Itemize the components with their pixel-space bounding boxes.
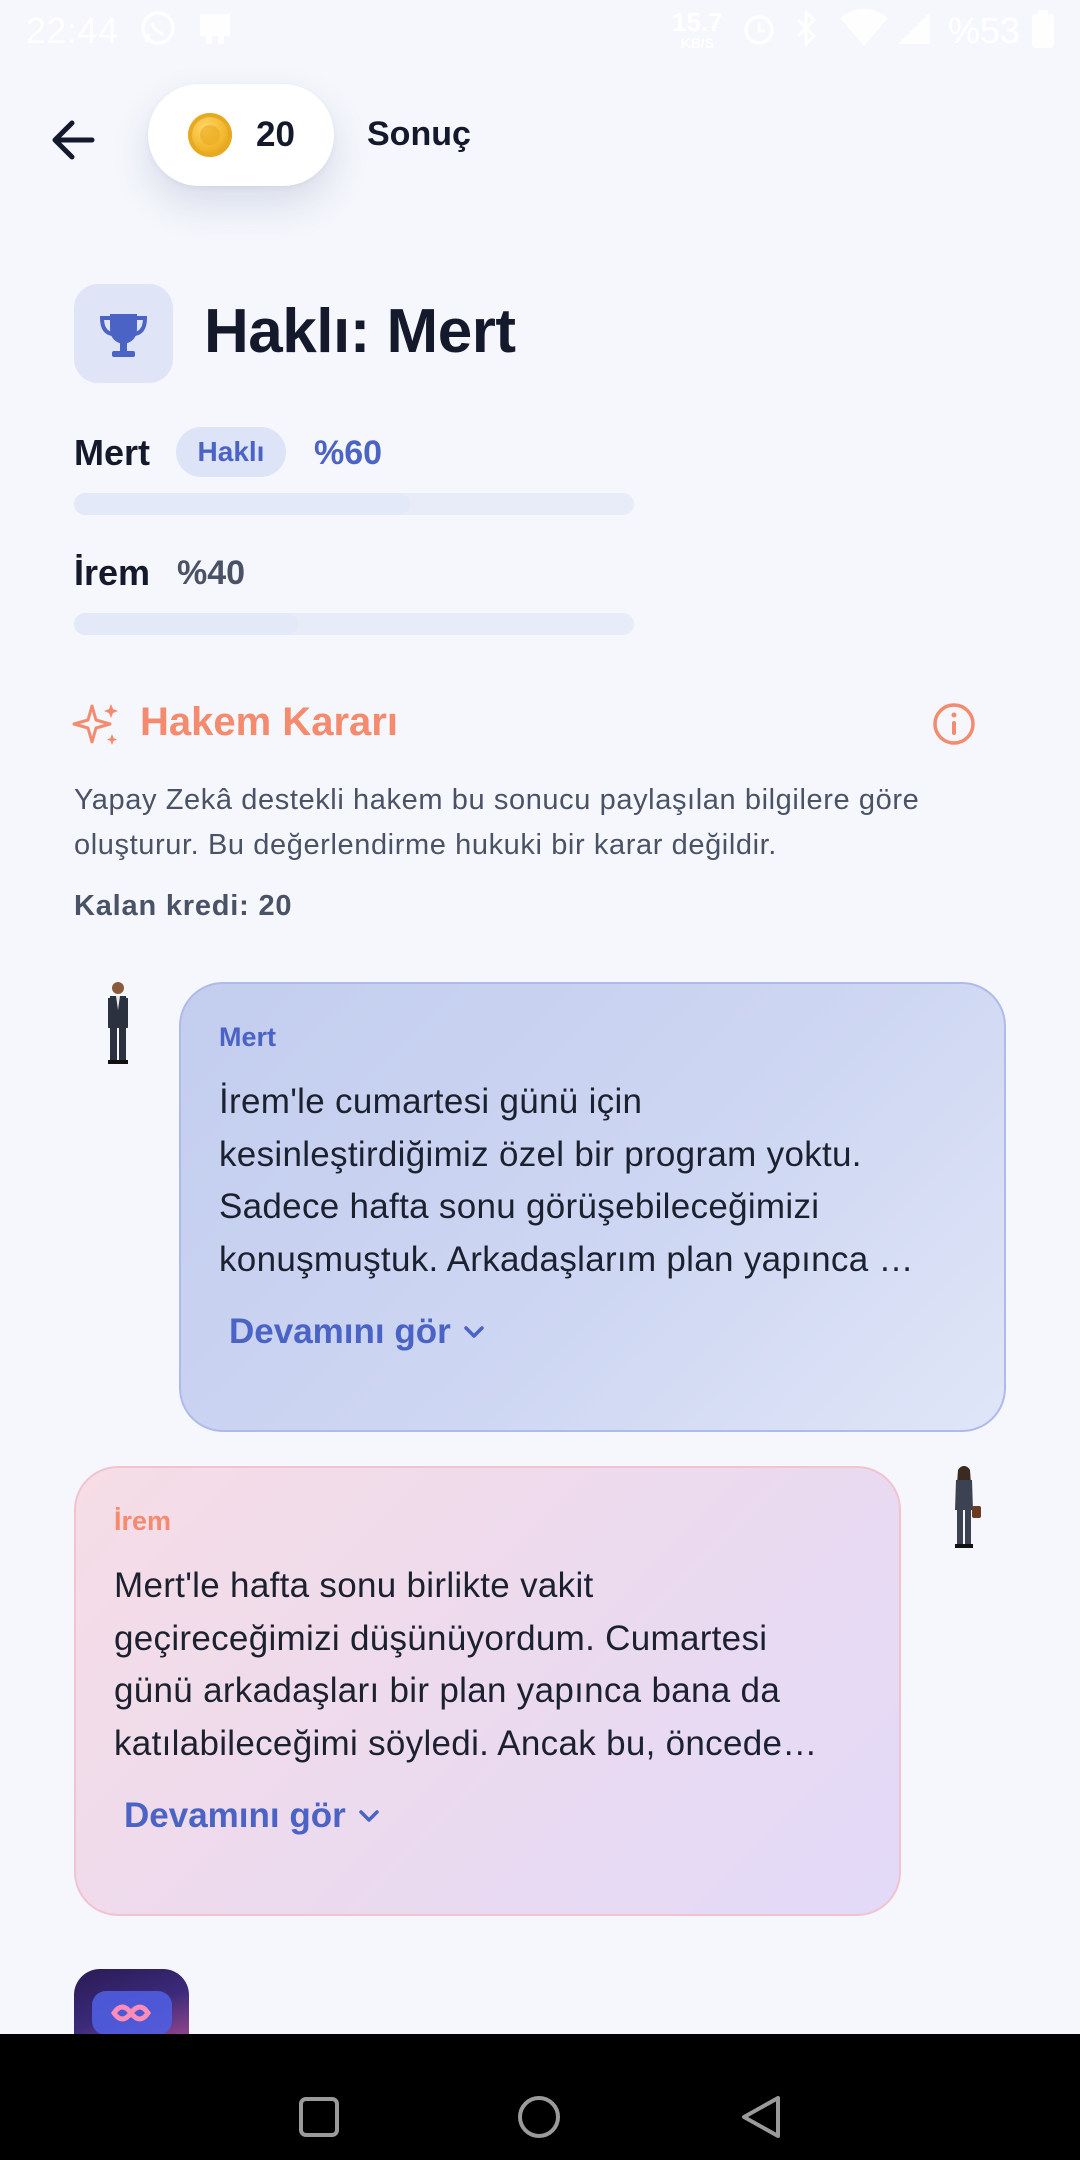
statement-bubble-irem: İrem Mert'le hafta sonu birlikte vakit g…	[74, 1466, 901, 1916]
show-more-label: Devamını gör	[229, 1312, 451, 1351]
show-more-button[interactable]: Devamını gör	[229, 1312, 487, 1352]
trophy-badge	[74, 284, 173, 383]
info-icon	[933, 703, 975, 745]
arrow-left-icon	[52, 120, 95, 160]
statement-line: kesinleştirdiğimiz özel bir program yokt…	[219, 1134, 862, 1174]
statement-line: katılabileceğimi söyledi. Ancak bu, önce…	[114, 1723, 818, 1763]
wifi-icon	[840, 9, 888, 46]
statement-line: Mert'le hafta sonu birlikte vakit	[114, 1566, 594, 1605]
signal-icon	[898, 12, 930, 44]
statement-text: İrem'le cumartesi günü için kesinleştird…	[219, 1076, 959, 1286]
irem-avatar	[955, 1466, 981, 1548]
statement-line: geçireceğimizi düşünüyordum. Cumartesi	[114, 1618, 768, 1658]
home-button[interactable]	[516, 2094, 562, 2140]
chevron-down-icon	[463, 1326, 484, 1338]
statement-line: İrem'le cumartesi günü için	[219, 1082, 643, 1121]
score-bar-fill-mert	[74, 493, 410, 515]
status-bar: 22:44 15.7 KB/S %53	[0, 0, 1080, 62]
statement-author: İrem	[114, 1506, 172, 1536]
coin-count: 20	[256, 115, 295, 154]
mert-avatar	[108, 982, 128, 1064]
judge-description: Yapay Zekâ destekli hakem bu sonucu payl…	[74, 784, 920, 861]
net-speed: 15.7 KB/S	[672, 7, 723, 52]
show-more-button[interactable]: Devamını gör	[124, 1796, 382, 1836]
show-more-label: Devamını gör	[124, 1796, 346, 1835]
statement-line: günü arkadaşları bir plan yapınca bana d…	[114, 1671, 781, 1710]
remaining-credits: Kalan kredi: 20	[74, 890, 293, 922]
back-button[interactable]	[44, 110, 104, 170]
whatsapp-icon	[141, 11, 175, 45]
score-percent-mert: %60	[314, 434, 383, 472]
winner-badge: Haklı	[176, 427, 286, 477]
app-header: 20 Sonuç	[0, 62, 1080, 212]
coin-icon	[188, 113, 232, 157]
page-title: Sonuç	[367, 115, 471, 153]
screen: 22:44 15.7 KB/S %53 20 Sonuç Haklı: Mert…	[0, 0, 1080, 2160]
net-speed-value: 15.7	[672, 7, 723, 37]
system-nav-bar	[0, 2034, 1080, 2160]
judge-title: Hakem Kararı	[140, 700, 398, 744]
battery-percent: %53	[948, 10, 1021, 51]
info-button[interactable]	[932, 702, 976, 746]
statement-text: Mert'le hafta sonu birlikte vakit geçire…	[114, 1560, 854, 1770]
back-nav-button[interactable]	[738, 2094, 784, 2140]
notification-icon	[200, 14, 230, 44]
recent-apps-button[interactable]	[298, 2096, 340, 2138]
trophy-icon	[99, 314, 148, 357]
score-bar-irem	[74, 613, 634, 635]
coin-balance[interactable]: 20	[148, 84, 334, 186]
score-percent-irem: %40	[177, 554, 246, 592]
statement-bubble-mert: Mert İrem'le cumartesi günü için kesinle…	[179, 982, 1006, 1432]
alarm-icon	[744, 15, 774, 45]
verdict-title: Haklı: Mert	[204, 297, 516, 366]
bluetooth-icon	[796, 8, 817, 48]
statement-line: konuşmuştuk. Arkadaşlarım plan yapınca …	[219, 1239, 914, 1279]
statement-author: Mert	[219, 1022, 277, 1052]
battery-icon	[1032, 10, 1054, 48]
statement-line: Sadece hafta sonu görüşebileceğimizi	[219, 1187, 820, 1226]
score-name-mert: Mert	[74, 432, 151, 473]
chevron-down-icon	[358, 1810, 379, 1822]
status-time: 22:44	[26, 10, 119, 51]
score-bar-fill-irem	[74, 613, 298, 635]
score-bar-mert	[74, 493, 634, 515]
sparkles-icon	[72, 704, 118, 745]
score-name-irem: İrem	[74, 552, 151, 593]
